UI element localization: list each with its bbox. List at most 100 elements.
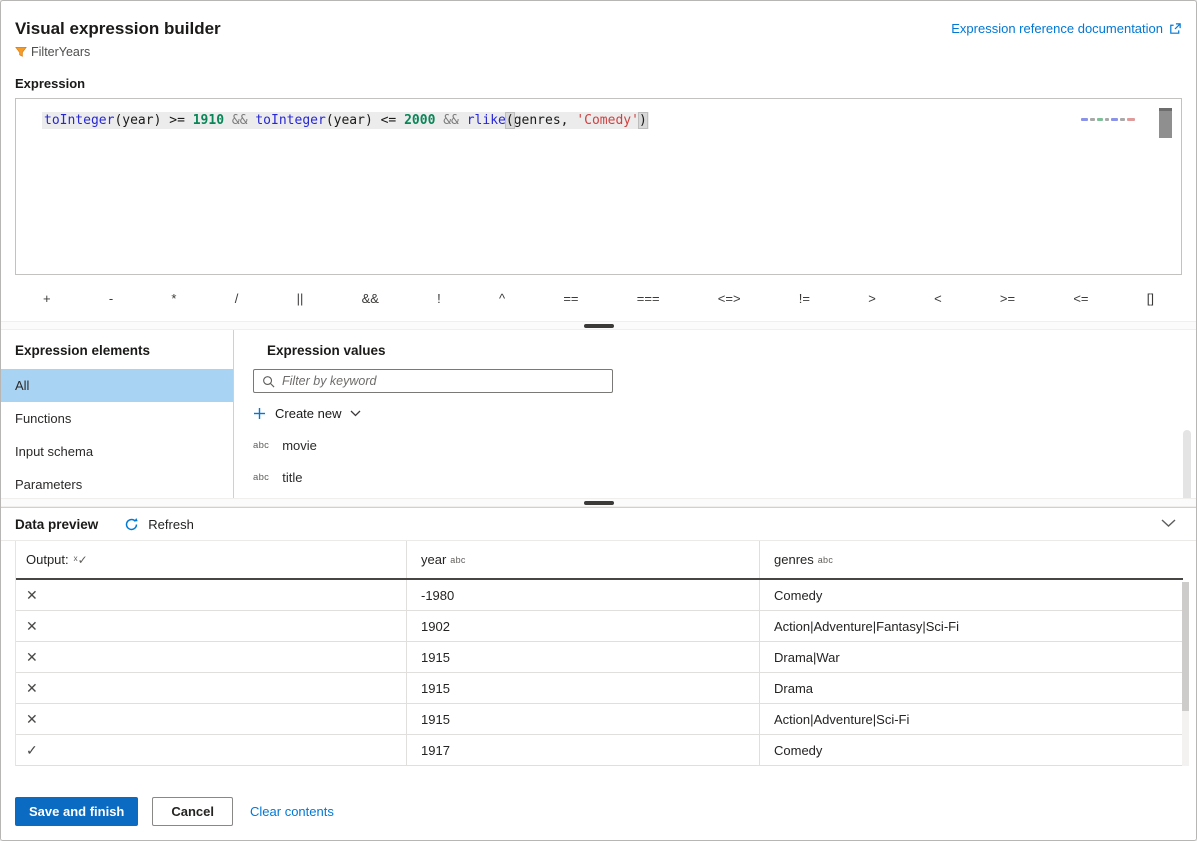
data-preview-section: Data preview Refresh Output: ˣ✓ yearabcgen… xyxy=(1,507,1196,766)
plus-icon xyxy=(253,407,266,420)
footer-actions: Save and finish Cancel Clear contents xyxy=(1,783,1196,840)
expression-code-line[interactable]: toInteger(year) >= 1910 && toInteger(yea… xyxy=(42,112,649,129)
operator-button[interactable]: || xyxy=(291,288,310,309)
minimap-dash xyxy=(1127,118,1135,121)
refresh-button[interactable]: Refresh xyxy=(124,517,194,532)
expression-values-panel: Expression values Create new abcmovieabc xyxy=(234,330,1196,498)
create-new-button[interactable]: Create new xyxy=(253,406,361,421)
code-token: toInteger xyxy=(255,113,325,128)
year-cell: -1980 xyxy=(406,580,759,610)
table-row: ✕1915Drama|War xyxy=(16,642,1183,673)
code-token: 2000 xyxy=(404,113,435,128)
elements-tab-input-schema[interactable]: Input schema xyxy=(1,435,233,468)
code-token xyxy=(224,113,232,128)
splitter-editor-panels xyxy=(1,321,1196,330)
operator-button[interactable]: <= xyxy=(1067,288,1094,309)
table-scrollbar-thumb[interactable] xyxy=(1182,582,1189,711)
minimap-dash xyxy=(1090,118,1095,121)
year-cell: 1902 xyxy=(406,611,759,641)
year-cell: 1915 xyxy=(406,704,759,734)
operator-button[interactable]: >= xyxy=(994,288,1021,309)
operator-button[interactable]: ! xyxy=(431,288,447,309)
table-row: ✓1917Comedy xyxy=(16,735,1183,766)
clear-contents-link[interactable]: Clear contents xyxy=(250,804,334,819)
operator-button[interactable]: [] xyxy=(1141,288,1160,309)
filter-search-box[interactable] xyxy=(253,369,613,393)
search-icon xyxy=(262,375,275,388)
chevron-down-icon[interactable] xyxy=(1161,519,1176,528)
doc-link-label: Expression reference documentation xyxy=(951,21,1163,36)
expression-code-editor[interactable]: toInteger(year) >= 1910 && toInteger(yea… xyxy=(15,98,1182,275)
x-icon: ✕ xyxy=(26,680,38,696)
table-row: ✕1915Drama xyxy=(16,673,1183,704)
splitter-drag-handle[interactable] xyxy=(584,501,614,505)
operator-button[interactable]: / xyxy=(229,288,245,309)
save-and-finish-button[interactable]: Save and finish xyxy=(15,797,138,826)
values-scrollbar-thumb[interactable] xyxy=(1183,430,1191,498)
genres-cell: Action|Adventure|Fantasy|Sci-Fi xyxy=(759,611,1183,641)
expression-value-item[interactable]: abctitle xyxy=(253,470,302,485)
minimap-dash xyxy=(1105,118,1109,121)
column-header-output[interactable]: Output: ˣ✓ xyxy=(16,552,406,567)
operator-button[interactable]: < xyxy=(928,288,948,309)
genres-cell: Action|Adventure|Sci-Fi xyxy=(759,704,1183,734)
expression-label: Expression xyxy=(15,76,1182,91)
operator-button[interactable]: <=> xyxy=(712,288,747,309)
x-icon: ✕ xyxy=(26,711,38,727)
value-label: movie xyxy=(282,438,317,453)
filter-keyword-input[interactable] xyxy=(282,374,604,388)
output-x-check-icon: ˣ✓ xyxy=(74,553,88,567)
create-new-label: Create new xyxy=(275,406,341,421)
operator-button[interactable]: * xyxy=(165,288,182,309)
table-row: ✕1902Action|Adventure|Fantasy|Sci-Fi xyxy=(16,611,1183,642)
output-cell: ✕ xyxy=(16,649,406,666)
column-header-year[interactable]: yearabc xyxy=(406,541,759,578)
year-cell: 1917 xyxy=(406,735,759,765)
column-label: Output: xyxy=(26,552,69,567)
code-token: genres, xyxy=(514,113,577,128)
code-token: (year) >= xyxy=(114,113,192,128)
editor-minimap xyxy=(1081,118,1135,121)
code-token: (year) <= xyxy=(326,113,404,128)
data-preview-table: Output:ˣ✓yearabcgenresabc ✕-1980Comedy✕1… xyxy=(15,541,1183,766)
operator-button[interactable]: ^ xyxy=(493,288,511,309)
output-cell: ✓ xyxy=(16,742,406,759)
visual-expression-builder-dialog: Visual expression builder Expression ref… xyxy=(0,0,1197,841)
code-token: rlike xyxy=(467,113,506,128)
output-cell: ✕ xyxy=(16,587,406,604)
expression-values-list: abcmovie abctitle xyxy=(253,438,1196,485)
elements-tab-parameters[interactable]: Parameters xyxy=(1,468,233,498)
splitter-drag-handle[interactable] xyxy=(584,324,614,328)
abc-type-icon: abc xyxy=(450,555,465,565)
minimap-dash xyxy=(1097,118,1103,121)
cancel-button[interactable]: Cancel xyxy=(152,797,233,826)
header-section: Visual expression builder Expression ref… xyxy=(1,1,1196,321)
operator-button[interactable]: && xyxy=(356,288,385,309)
genres-cell: Drama|War xyxy=(759,642,1183,672)
operator-button[interactable]: != xyxy=(793,288,816,309)
refresh-label: Refresh xyxy=(148,517,194,532)
operator-button[interactable]: == xyxy=(557,288,584,309)
output-cell: ✕ xyxy=(16,618,406,635)
column-header-genres[interactable]: genresabc xyxy=(759,541,1183,578)
elements-tab-functions[interactable]: Functions xyxy=(1,402,233,435)
abc-type-icon: abc xyxy=(818,555,833,565)
expression-value-item[interactable]: abcmovie xyxy=(253,438,317,453)
operator-button[interactable]: + xyxy=(37,288,57,309)
data-preview-title: Data preview xyxy=(15,517,98,532)
operator-button[interactable]: > xyxy=(862,288,882,309)
minimap-dash xyxy=(1111,118,1118,121)
editor-scrollbar-thumb[interactable] xyxy=(1159,108,1172,138)
table-row: ✕ 1915Action|Adventure|Sci-Fi xyxy=(16,704,1183,735)
code-token: toInteger xyxy=(44,113,114,128)
operator-button[interactable]: === xyxy=(631,288,666,309)
operator-toolbar: +-*/||&&!^=====<=>!=><>=<=[] xyxy=(15,275,1182,321)
page-title: Visual expression builder xyxy=(15,19,221,39)
elements-tab-all[interactable]: All xyxy=(1,369,233,402)
expression-reference-doc-link[interactable]: Expression reference documentation xyxy=(951,21,1182,36)
operator-button[interactable]: - xyxy=(103,288,119,309)
table-header-row: Output: ˣ✓ yearabcgenresabc xyxy=(16,541,1183,580)
value-label: title xyxy=(282,470,302,485)
expression-elements-panel: Expression elements AllFunctionsInput sc… xyxy=(1,330,234,498)
genres-cell: Comedy xyxy=(759,735,1183,765)
